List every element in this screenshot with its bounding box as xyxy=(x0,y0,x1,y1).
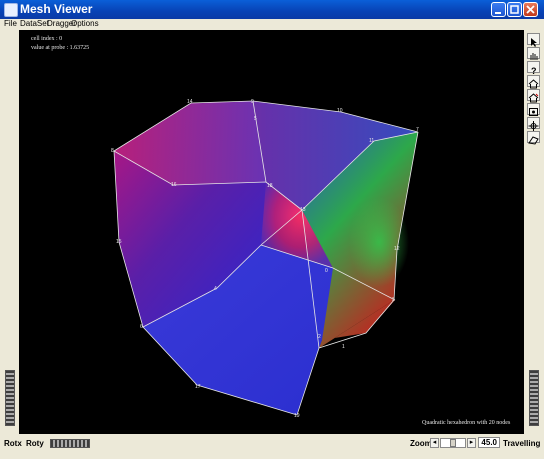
svg-text:?: ? xyxy=(531,66,537,75)
right-toolbar: ? xyxy=(524,30,544,434)
3d-viewport[interactable]: 14 9 10 7 5 8 16 11 18 13 15 12 4 0 3 6 … xyxy=(19,30,524,434)
node-label: 17 xyxy=(195,384,201,390)
travelling-mode-label: Travelling xyxy=(503,439,541,448)
maximize-button[interactable] xyxy=(507,2,522,17)
app-icon xyxy=(4,3,18,17)
node-label: 14 xyxy=(187,99,193,105)
menu-file[interactable]: File xyxy=(4,19,17,28)
mesh-caption: Quadratic hexahedron with 20 nodes xyxy=(422,420,511,426)
hand-icon[interactable] xyxy=(527,47,540,60)
rotx-label: Rotx xyxy=(4,439,22,448)
node-label: 10 xyxy=(337,108,343,114)
zoom-increase-button[interactable]: ▸ xyxy=(467,438,476,448)
roty-label: Roty xyxy=(26,439,44,448)
node-label: 0 xyxy=(325,268,328,274)
node-label: 4 xyxy=(214,286,217,292)
node-label: 1 xyxy=(342,344,345,350)
node-label: 16 xyxy=(171,182,177,188)
zoom-value-field[interactable]: 45.0 xyxy=(478,437,500,448)
node-label: 11 xyxy=(369,138,374,144)
right-thumbwheel[interactable] xyxy=(529,370,539,426)
menu-dataset[interactable]: DataSet xyxy=(20,19,49,28)
node-label: 9 xyxy=(251,99,254,105)
node-label: 13 xyxy=(300,207,306,213)
perspective-icon[interactable] xyxy=(527,131,540,145)
arrow-select-icon[interactable] xyxy=(527,33,540,47)
close-button[interactable] xyxy=(523,2,538,17)
zoom-slider[interactable] xyxy=(440,438,466,448)
title-bar: Mesh Viewer xyxy=(0,0,544,19)
node-label: 18 xyxy=(267,183,273,189)
node-label: 12 xyxy=(394,246,400,252)
set-home-icon[interactable] xyxy=(527,89,540,103)
zoom-label: Zoom xyxy=(410,439,432,448)
zoom-slider-thumb[interactable] xyxy=(450,439,456,447)
node-label: 19 xyxy=(294,413,300,419)
node-label: 7 xyxy=(416,127,419,133)
bottom-bar: Rotx Roty Zoom ◂ ▸ 45.0 Travelling xyxy=(0,434,544,459)
node-label: 15 xyxy=(116,239,122,245)
seek-icon[interactable] xyxy=(527,117,540,131)
menu-options[interactable]: Options xyxy=(71,19,99,28)
view-all-icon[interactable] xyxy=(527,103,540,116)
node-label: 8 xyxy=(111,148,114,154)
node-label: 5 xyxy=(254,116,257,122)
node-label: 6 xyxy=(140,324,143,330)
home-icon[interactable] xyxy=(527,75,540,89)
help-icon[interactable]: ? xyxy=(527,61,540,76)
cell-index-text: cell index : 0 xyxy=(31,36,63,42)
probe-value-text: value at probe : 1.63725 xyxy=(31,45,90,51)
left-panel xyxy=(0,30,19,434)
roty-thumbwheel[interactable] xyxy=(50,439,90,448)
mesh-face-right-glow xyxy=(349,197,409,287)
zoom-decrease-button[interactable]: ◂ xyxy=(430,438,439,448)
window-title: Mesh Viewer xyxy=(20,2,93,16)
minimize-button[interactable] xyxy=(491,2,506,17)
node-label: 2 xyxy=(318,334,321,340)
menu-bar: File DataSet Dragger Options xyxy=(0,19,544,30)
left-thumbwheel[interactable] xyxy=(5,370,15,426)
node-label: 3 xyxy=(392,297,395,303)
mesh-render: 14 9 10 7 5 8 16 11 18 13 15 12 4 0 3 6 … xyxy=(111,99,419,419)
